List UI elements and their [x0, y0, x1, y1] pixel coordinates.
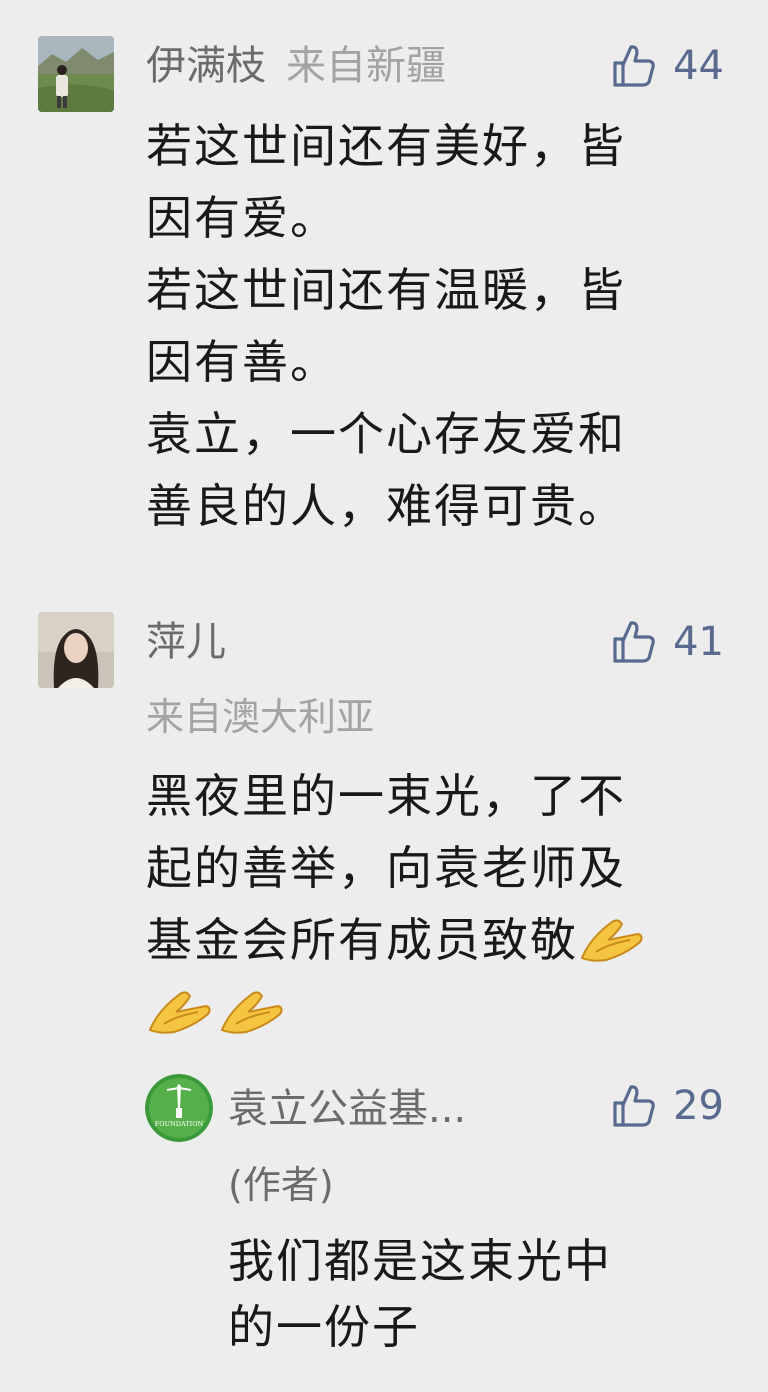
- comment-location: 来自澳大利亚: [146, 695, 375, 739]
- avatar[interactable]: [38, 612, 114, 688]
- comment-item: 伊满枝 来自新疆 44 若这世间还有美好，皆 因有爱。 若这世间还有温暖，皆 因有…: [0, 0, 768, 580]
- comment-text-line: 袁立，一个心存友爱和: [146, 407, 626, 461]
- comment-text: 若这世间还有美好，皆 因有爱。 若这世间还有温暖，皆 因有善。 袁立，一个心存友…: [146, 110, 626, 542]
- like-button[interactable]: 29: [609, 1078, 724, 1134]
- comment-username[interactable]: 萍儿: [146, 618, 226, 666]
- thumbs-up-icon: [609, 1081, 659, 1131]
- like-button[interactable]: 44: [609, 38, 724, 94]
- thumbs-up-icon: [609, 617, 659, 667]
- avatar[interactable]: FOUNDATION: [145, 1074, 213, 1142]
- avatar[interactable]: [38, 36, 114, 112]
- foundation-logo-text: FOUNDATION: [155, 1120, 204, 1128]
- comment-text-segment: 基金会所有成员致敬: [146, 913, 578, 967]
- comment-text-line: 因有爱。: [146, 191, 338, 245]
- comment-text-line: 若这世间还有美好，皆: [146, 119, 626, 173]
- like-count: 44: [673, 43, 724, 89]
- reply-text: 我们都是这束光中 的一份子: [228, 1228, 612, 1360]
- reply-username[interactable]: 袁立公益基...: [228, 1085, 466, 1133]
- comment-text-line: 善良的人，难得可贵。: [146, 479, 626, 533]
- like-button[interactable]: 41: [609, 614, 724, 670]
- comment-text-line: [146, 976, 650, 1048]
- comment-text-line: 黑夜里的一束光，了不: [146, 769, 626, 823]
- comment-username-line: 伊满枝 来自新疆: [146, 42, 446, 90]
- comment-text-line: 起的善举，向袁老师及: [146, 841, 626, 895]
- like-count: 29: [673, 1083, 724, 1129]
- folded-hands-emoji-icon: [146, 980, 216, 1036]
- avatar-portrait-image: [38, 612, 114, 688]
- like-count: 41: [673, 619, 724, 665]
- foundation-logo-image: FOUNDATION: [145, 1074, 213, 1142]
- folded-hands-emoji-icon: [218, 980, 288, 1036]
- comment-username[interactable]: 伊满枝: [146, 43, 266, 89]
- comment-location: 来自新疆: [286, 43, 446, 89]
- comment-text-line: 基金会所有成员致敬: [146, 904, 650, 976]
- reply-text-line: 我们都是这束光中: [228, 1234, 612, 1288]
- avatar-landscape-image: [38, 36, 114, 112]
- author-tag: (作者): [228, 1163, 334, 1207]
- thumbs-up-icon: [609, 41, 659, 91]
- comment-text-line: 因有善。: [146, 335, 338, 389]
- folded-hands-emoji-icon: [578, 908, 648, 964]
- reply-text-line: 的一份子: [228, 1300, 420, 1354]
- comment-text-line: 若这世间还有温暖，皆: [146, 263, 626, 317]
- comment-text: 黑夜里的一束光，了不 起的善举，向袁老师及 基金会所有成员致敬: [146, 760, 650, 1048]
